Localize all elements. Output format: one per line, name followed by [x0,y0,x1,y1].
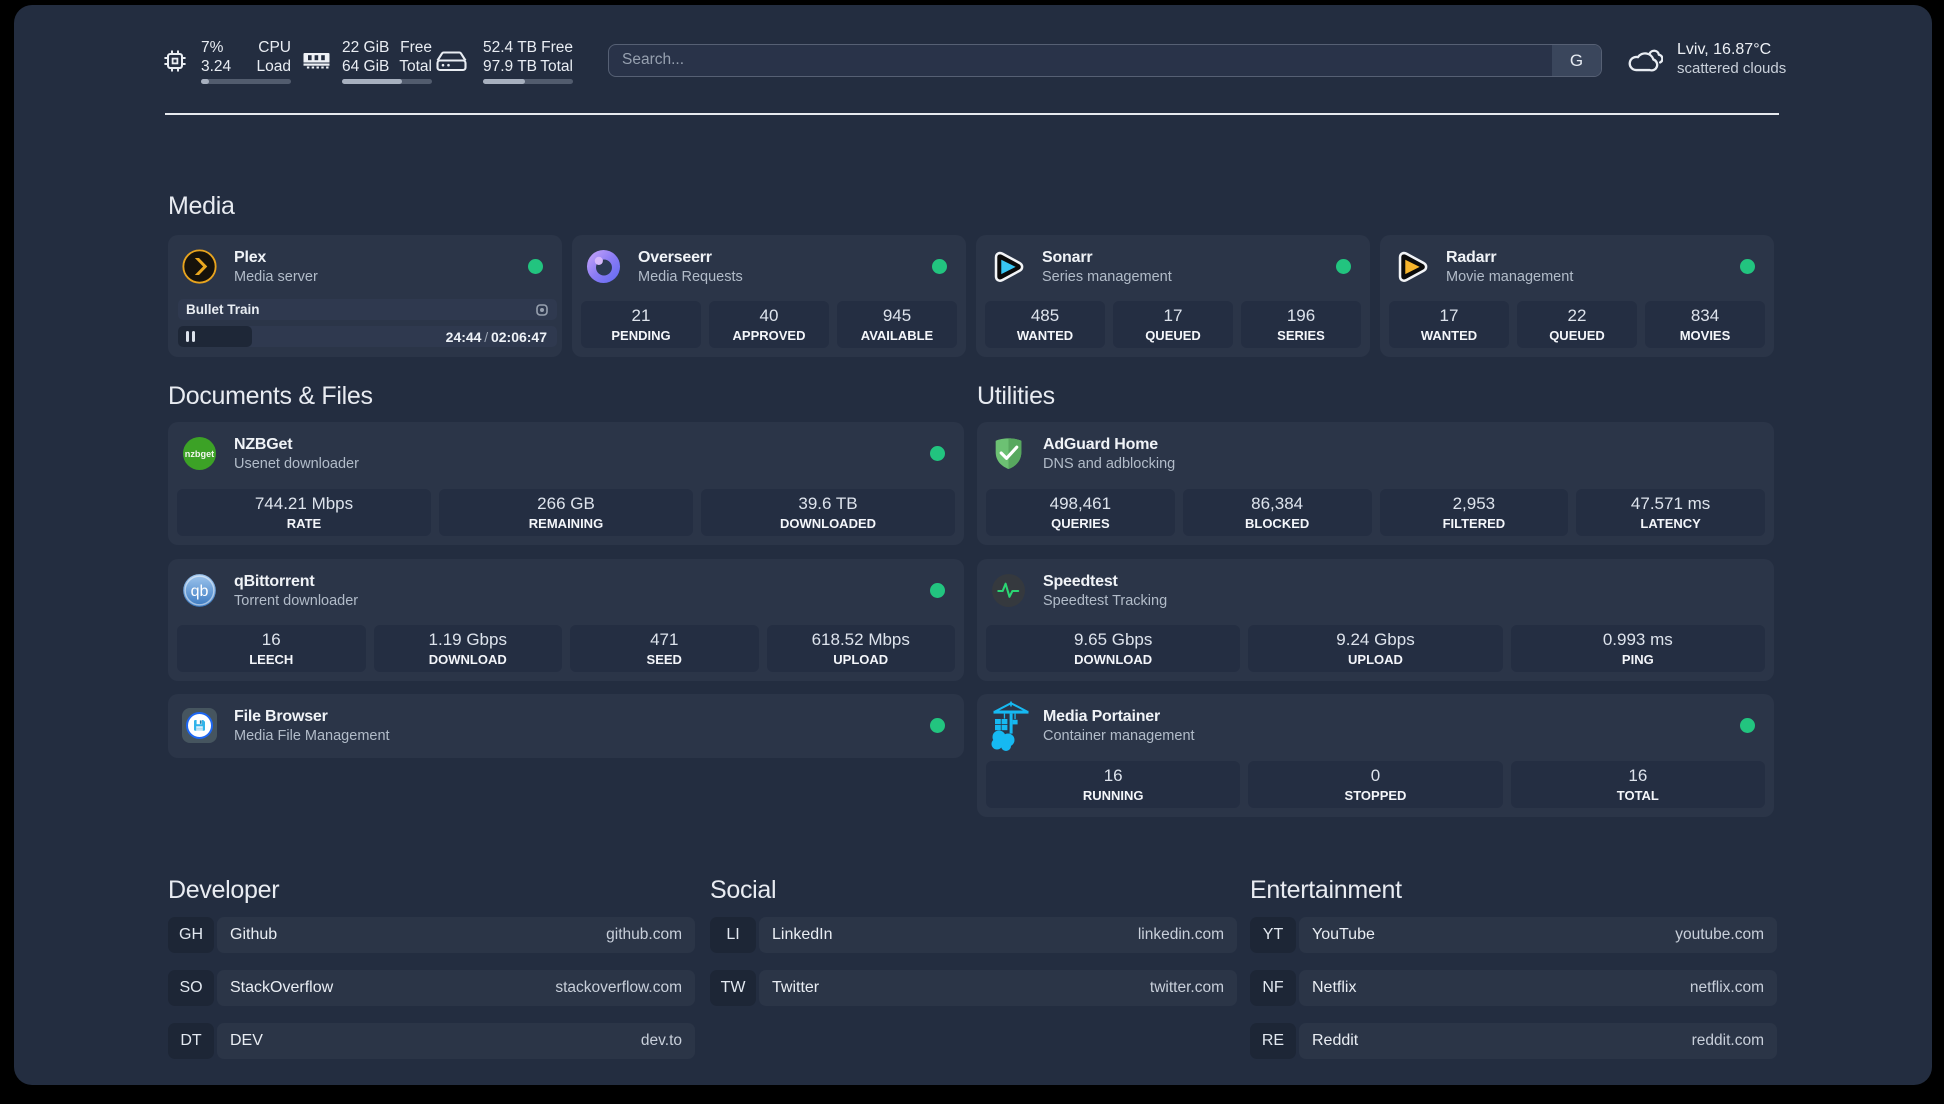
svg-text:nzbget: nzbget [185,449,214,459]
svg-text:qb: qb [191,582,209,600]
